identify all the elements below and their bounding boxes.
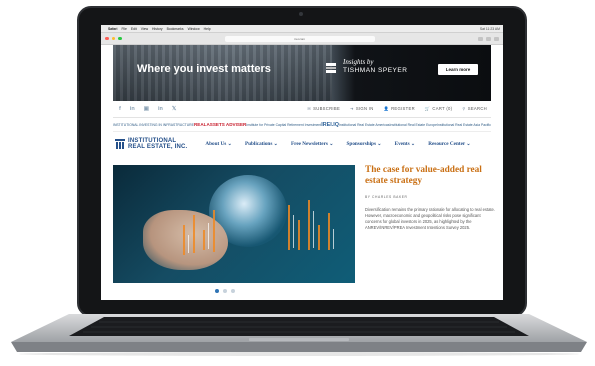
carousel-dot[interactable] [215,289,219,293]
menu-item-bookmarks[interactable]: Bookmarks [167,27,184,31]
instagram-icon[interactable]: ▣ [144,106,149,112]
macos-menubar: Safari File Edit View History Bookmarks … [101,25,503,33]
menu-item-file[interactable]: File [121,27,126,31]
article-headline[interactable]: The case for value-added real estate str… [365,165,495,187]
carousel-dot[interactable] [231,289,235,293]
laptop-screen: Safari File Edit View History Bookmarks … [101,25,503,300]
publication-link[interactable]: INSTITUTIONAL INVESTING IN INFRASTRUCTUR… [113,123,194,127]
carousel-dot[interactable] [223,289,227,293]
subscribe-label: SUBSCRIBE [313,106,341,111]
search-link[interactable]: ⚲ SEARCH [462,106,487,112]
register-link[interactable]: 👤 REGISTER [384,106,415,112]
menu-item-app[interactable]: Safari [108,27,117,31]
site-logo[interactable]: INSTITUTIONAL REAL ESTATE, INC. [113,138,187,151]
carousel-pagination [215,289,235,293]
publication-link[interactable]: Institutional Real Estate Europe [390,123,438,127]
nav-free-newsletters[interactable]: Free Newsletters ⌄ [291,141,334,147]
main-nav: INSTITUTIONAL REAL ESTATE, INC. About Us… [113,132,491,156]
publication-link[interactable]: IREI.IQ [321,122,339,128]
utility-bar: f in ▣ in 𝕏 ✉ SUBSCRIBE ➜ SIGN IN 👤 REGISTE… [113,101,491,118]
webcam [299,12,303,16]
publication-link[interactable]: Institute for Private Capital Retirement… [246,123,321,127]
mail-icon: ✉ [307,106,312,111]
sign-in-label: SIGN IN [355,106,374,111]
address-bar[interactable]: irei.com [224,35,375,42]
publication-link[interactable]: REALASSETS ADVISER [194,122,246,127]
nav-about-us[interactable]: About Us ⌄ [205,141,232,147]
cart-link[interactable]: 🛒 CART (0) [425,106,452,112]
linkedin-icon[interactable]: in [130,106,135,112]
facebook-icon[interactable]: f [119,106,121,112]
x-icon[interactable]: 𝕏 [172,106,176,112]
share-icon[interactable] [478,36,483,41]
laptop-base [11,314,587,356]
ad-brand-line2: TISHMAN SPEYER [343,67,408,74]
cart-label: CART (0) [432,106,453,111]
minimize-window-button[interactable] [111,36,115,41]
ad-brand-line1: Insights by [343,58,374,66]
nav-resource-center[interactable]: Resource Center ⌄ [428,141,470,147]
new-tab-icon[interactable] [486,36,491,41]
search-icon: ⚲ [462,106,466,111]
ad-headline: Where you invest matters [137,63,271,75]
publication-link[interactable]: Institutional Real Estate Asia Pacific [437,123,491,127]
subscribe-link[interactable]: ✉ SUBSCRIBE [307,106,340,112]
user-icon: 👤 [383,106,390,111]
primary-nav-links: About Us ⌄ Publications ⌄ Free Newslette… [205,141,470,147]
nav-publications[interactable]: Publications ⌄ [245,141,278,147]
ad-banner[interactable]: Where you invest matters Insights by TIS… [113,45,491,101]
social-links: f in ▣ in 𝕏 [113,106,176,112]
menubar-clock: Sat 11:23 AM [479,26,500,31]
featured-article: The case for value-added real estate str… [365,165,495,231]
cart-icon: 🛒 [424,106,431,111]
nav-events[interactable]: Events ⌄ [395,141,416,147]
menu-item-help[interactable]: Help [204,27,211,31]
learn-more-button[interactable]: Learn more [438,64,478,75]
utility-nav: ✉ SUBSCRIBE ➜ SIGN IN 👤 REGISTER 🛒 CART (0) … [307,106,491,112]
logo-line2: REAL ESTATE, INC. [128,144,188,150]
tishman-speyer-logo-icon [326,63,336,73]
menu-item-view[interactable]: View [141,27,148,31]
tabs-overview-icon[interactable] [494,36,499,41]
laptop: Safari File Edit View History Bookmarks … [0,0,595,366]
register-label: REGISTER [391,106,415,111]
search-label: SEARCH [467,106,487,111]
menu-item-history[interactable]: History [152,27,163,31]
sign-in-icon: ➜ [350,106,354,111]
publications-bar: INSTITUTIONAL INVESTING IN INFRASTRUCTUR… [113,118,491,132]
publication-link[interactable]: Institutional Real Estate Americas [339,123,390,127]
article-excerpt: Diversification remains the primary rati… [365,207,495,231]
hero-image[interactable] [113,165,355,283]
browser-toolbar: irei.com [101,33,503,45]
zoom-window-button[interactable] [118,36,122,41]
nav-sponsorships[interactable]: Sponsorships ⌄ [347,141,382,147]
menu-item-edit[interactable]: Edit [131,27,137,31]
building-icon [115,139,125,149]
logo-text: INSTITUTIONAL REAL ESTATE, INC. [128,138,187,151]
hero-bar-graphic [183,200,334,255]
browser-tools [478,36,499,41]
sign-in-link[interactable]: ➜ SIGN IN [350,106,374,112]
ad-brand: Insights by TISHMAN SPEYER [343,59,407,75]
article-byline: BY CHARLES BAKER [365,195,408,200]
linkedin-alt-icon[interactable]: in [158,106,163,112]
close-window-button[interactable] [105,36,109,41]
menu-item-window[interactable]: Window [188,27,200,31]
